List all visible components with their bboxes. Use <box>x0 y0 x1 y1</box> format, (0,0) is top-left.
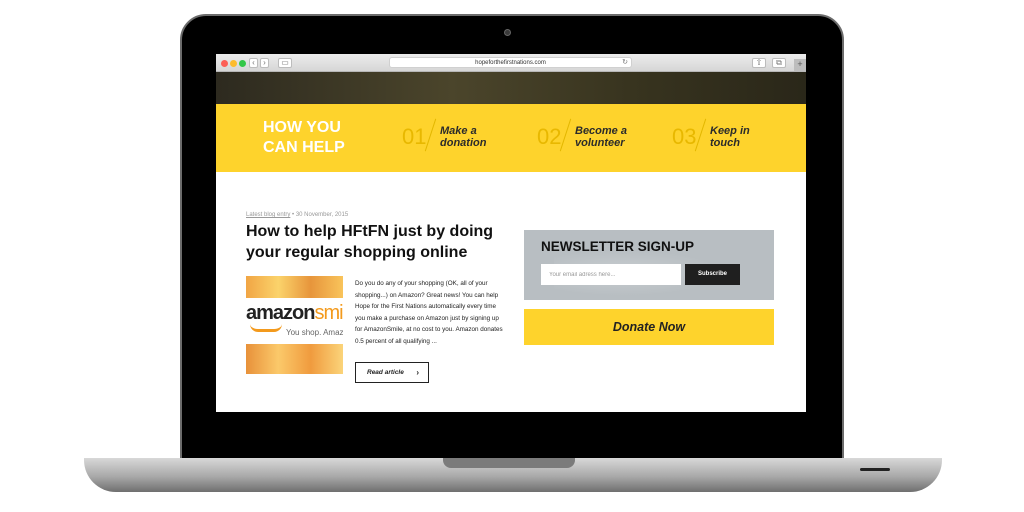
laptop-screen: ‹ › ▭ hopeforthefirstnations.com ↻ ⇧ ⧉ +… <box>216 54 806 412</box>
maximize-window-button[interactable] <box>239 60 246 67</box>
step-divider <box>694 118 707 152</box>
laptop-led <box>860 468 890 471</box>
thumb-tagline: You shop. Amaz <box>286 328 343 337</box>
post-title[interactable]: How to help HFtFN just by doing your reg… <box>246 221 516 263</box>
email-field[interactable] <box>541 264 681 285</box>
camera-icon <box>504 29 511 36</box>
chevron-right-icon: › <box>416 368 419 377</box>
step-label: Become a volunteer <box>575 125 627 149</box>
step-make-donation[interactable]: 01 Make a donation <box>402 118 512 156</box>
step-label: Make a donation <box>440 125 487 149</box>
close-window-button[interactable] <box>221 60 228 67</box>
donate-now-button[interactable]: Donate Now <box>524 309 774 345</box>
amazon-smile-logo: amazonsmi <box>246 302 343 324</box>
post-excerpt: Do you do any of your shopping (OK, all … <box>355 280 503 345</box>
browser-toolbar: ‹ › ▭ hopeforthefirstnations.com ↻ ⇧ ⧉ + <box>216 54 806 72</box>
back-button[interactable]: ‹ <box>249 58 258 68</box>
step-divider <box>559 118 572 152</box>
tabs-icon[interactable]: ⧉ <box>772 58 786 68</box>
reload-icon[interactable]: ↻ <box>622 58 628 68</box>
subscribe-button[interactable]: Subscribe <box>685 264 740 285</box>
sidebar-icon[interactable]: ▭ <box>278 58 292 68</box>
how-you-can-help-band: HOW YOU CAN HELP 01 Make a donation 02 B… <box>216 104 806 172</box>
step-number: 02 <box>537 124 562 149</box>
step-number: 03 <box>672 124 697 149</box>
post-thumbnail[interactable]: amazonsmi You shop. Amaz <box>246 276 343 374</box>
read-article-label: Read article <box>367 369 404 376</box>
post-category-link[interactable]: Latest blog entry <box>246 212 290 218</box>
laptop-notch <box>443 458 575 468</box>
post-date: 30 November, 2015 <box>295 212 349 218</box>
step-divider <box>424 118 437 152</box>
amazon-smile-arrow-icon <box>250 324 282 332</box>
newsletter-title: NEWSLETTER SIGN-UP <box>541 239 695 254</box>
thumb-bokeh-bottom <box>246 344 343 374</box>
url-text: hopeforthefirstnations.com <box>475 60 546 66</box>
step-keep-in-touch[interactable]: 03 Keep in touch <box>672 118 782 156</box>
address-bar[interactable]: hopeforthefirstnations.com ↻ <box>389 57 632 68</box>
read-article-button[interactable]: Read article › <box>355 362 429 383</box>
thumb-bokeh-top <box>246 276 343 298</box>
step-number: 01 <box>402 124 427 149</box>
newsletter-box: NEWSLETTER SIGN-UP Subscribe <box>524 230 774 300</box>
new-tab-icon[interactable]: + <box>794 59 806 71</box>
bullet-icon: • <box>292 212 295 218</box>
main-content: Latest blog entry • 30 November, 2015 Ho… <box>216 172 806 412</box>
hero-image <box>216 72 806 104</box>
share-icon[interactable]: ⇧ <box>752 58 766 68</box>
how-you-can-help-title: HOW YOU CAN HELP <box>263 119 345 156</box>
forward-button[interactable]: › <box>260 58 269 68</box>
minimize-window-button[interactable] <box>230 60 237 67</box>
step-become-volunteer[interactable]: 02 Become a volunteer <box>537 118 647 156</box>
step-label: Keep in touch <box>710 125 750 149</box>
post-meta: Latest blog entry • 30 November, 2015 <box>246 212 348 218</box>
